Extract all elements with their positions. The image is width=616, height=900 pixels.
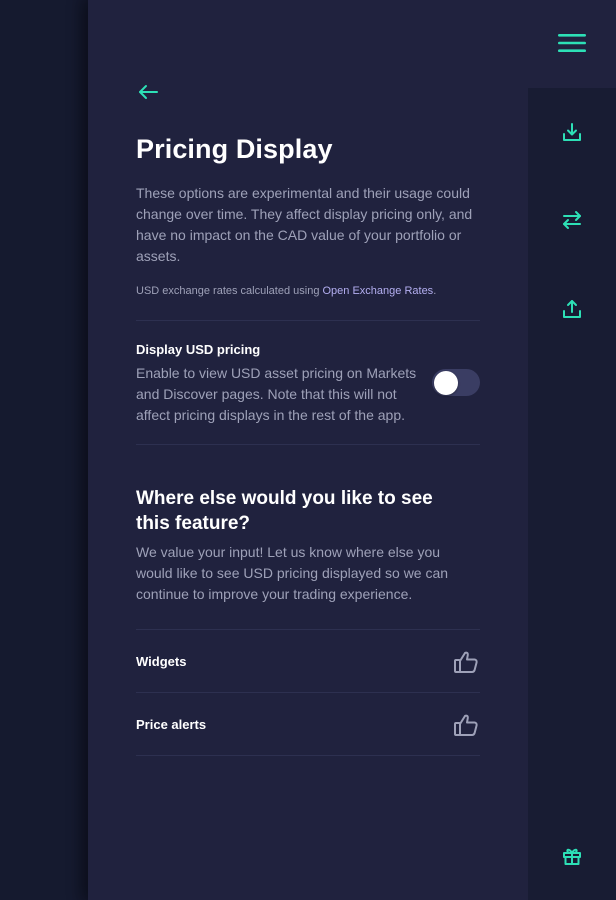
feature-row-widgets: Widgets (136, 630, 480, 693)
usd-pricing-toggle[interactable] (432, 369, 480, 396)
feedback-description: We value your input! Let us know where e… (136, 544, 449, 602)
arrow-left-icon (139, 85, 158, 99)
divider (136, 320, 480, 321)
feature-row-price-alerts: Price alerts (136, 693, 480, 756)
like-widgets-button[interactable] (452, 649, 480, 675)
page-title: Pricing Display (136, 134, 333, 164)
open-exchange-rates-link[interactable]: Open Exchange Rates (323, 285, 434, 297)
app: Pricing Display These options are experi… (0, 0, 616, 900)
back-button[interactable] (136, 80, 160, 104)
feature-label: Price alerts (136, 717, 207, 732)
receive-button[interactable] (558, 118, 586, 146)
thumbs-up-icon (454, 651, 478, 673)
menu-icon (558, 34, 586, 52)
usd-pricing-setting-title: Display USD pricing (136, 342, 261, 357)
rates-note-suffix: . (433, 285, 437, 297)
menu-button[interactable] (556, 30, 588, 56)
transfer-icon (563, 211, 581, 229)
thumbs-up-icon (454, 714, 478, 736)
send-button[interactable] (558, 295, 586, 323)
like-price-alerts-button[interactable] (452, 712, 480, 738)
usd-pricing-setting-description: Enable to view USD asset pricing on Mark… (136, 365, 417, 423)
transfer-button[interactable] (558, 206, 586, 234)
rates-note-prefix: USD exchange rates calculated using (136, 285, 323, 297)
send-icon (563, 300, 581, 318)
toggle-knob (434, 370, 458, 395)
feature-label: Widgets (136, 654, 187, 669)
divider (136, 755, 480, 756)
receive-icon (563, 123, 581, 141)
intro-text: These options are experimental and their… (136, 185, 473, 264)
gift-button[interactable] (558, 842, 586, 870)
feedback-title: Where else would you like to see this fe… (136, 488, 433, 534)
divider (136, 444, 480, 445)
backdrop-gutter (0, 0, 88, 900)
exchange-rates-note: USD exchange rates calculated using Open… (136, 284, 480, 299)
gift-icon (563, 848, 581, 865)
